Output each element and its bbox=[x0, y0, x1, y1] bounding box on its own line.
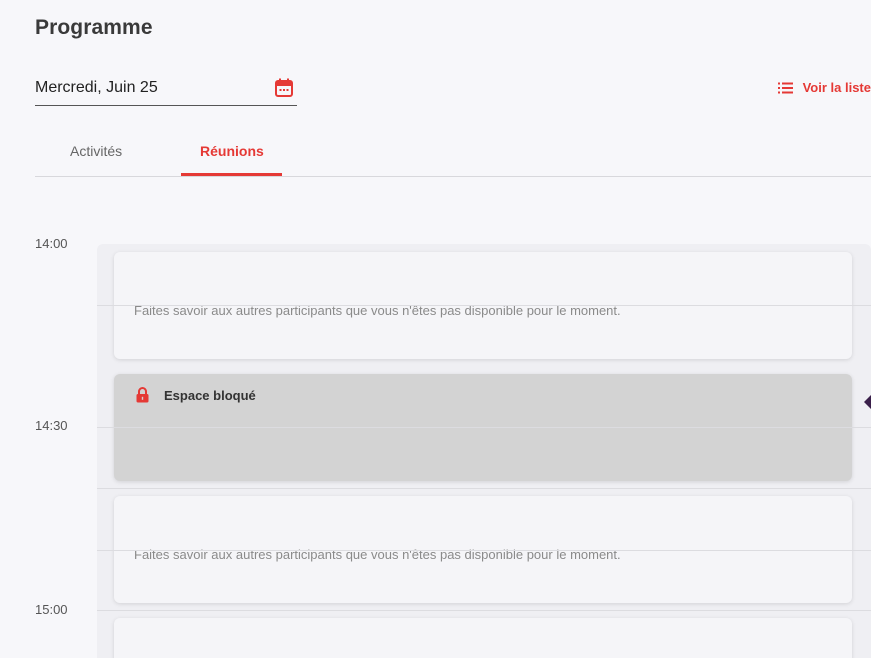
time-label-1430: 14:30 bbox=[35, 418, 68, 433]
view-list-button[interactable]: Voir la liste bbox=[777, 80, 871, 95]
grid-line bbox=[97, 610, 871, 611]
schedule-page: Programme Mercredi, Juin 25 Voir la list… bbox=[0, 0, 871, 658]
grid-line bbox=[97, 305, 871, 306]
grid-line bbox=[97, 488, 871, 489]
date-picker[interactable]: Mercredi, Juin 25 bbox=[35, 74, 297, 106]
blocked-slot-header: Espace bloqué bbox=[136, 387, 256, 403]
grid-line bbox=[97, 427, 871, 428]
free-slot[interactable] bbox=[114, 618, 852, 658]
tab-meetings[interactable]: Réunions bbox=[200, 143, 264, 159]
list-icon bbox=[777, 82, 793, 93]
active-tab-indicator bbox=[181, 173, 282, 176]
view-list-label: Voir la liste bbox=[802, 80, 871, 95]
grid-line bbox=[97, 550, 871, 551]
schedule-timeline[interactable]: 14:00 14:30 15:00 Faites savoir aux autr… bbox=[0, 178, 871, 658]
blocked-slot-label: Espace bloqué bbox=[164, 387, 256, 403]
calendar-icon[interactable] bbox=[275, 78, 293, 97]
tab-activities[interactable]: Activités bbox=[70, 143, 122, 159]
page-title: Programme bbox=[35, 16, 153, 39]
tab-bar: Activités Réunions bbox=[35, 134, 871, 177]
date-value: Mercredi, Juin 25 bbox=[35, 79, 158, 96]
time-label-1500: 15:00 bbox=[35, 602, 68, 617]
lock-icon bbox=[136, 387, 149, 403]
drag-handle-icon[interactable] bbox=[864, 395, 871, 409]
time-label-1400: 14:00 bbox=[35, 236, 68, 251]
